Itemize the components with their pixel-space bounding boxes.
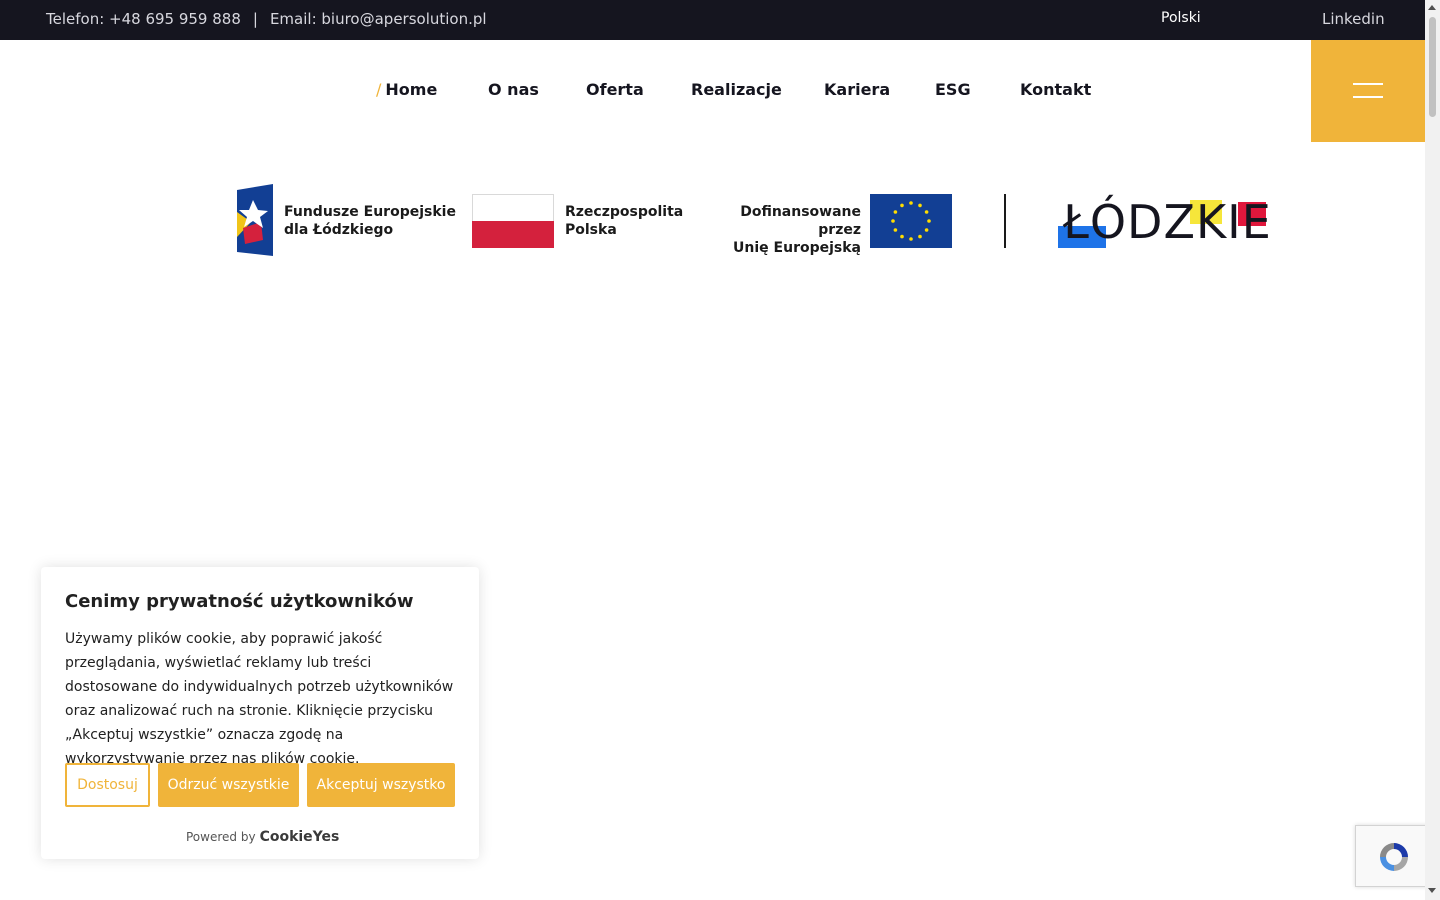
fe-line-2: dla Łódzkiego [284, 222, 394, 238]
powered-by-label: Powered by [186, 830, 256, 844]
ue-line-2: Unię Europejską [733, 240, 861, 256]
cookie-title: Cenimy prywatność użytkowników [65, 591, 414, 612]
nav-home-label: Home [385, 80, 438, 99]
rp-line-2: Polska [565, 222, 617, 238]
menu-button[interactable] [1311, 40, 1425, 142]
reject-all-button[interactable]: Odrzuć wszystkie [158, 763, 299, 807]
fe-line-1: Fundusze Europejskie [284, 204, 456, 220]
eu-flag-icon [870, 194, 952, 248]
poland-flag-icon [472, 194, 554, 248]
cookieyes-logo[interactable]: CookieYes [260, 829, 340, 845]
language-selector[interactable]: Polski [1161, 10, 1201, 26]
customize-button[interactable]: Dostosuj [65, 763, 150, 807]
contact-info: Telefon: +48 695 959 888 | Email: biuro@ap… [46, 10, 487, 28]
contact-separator: | [252, 10, 258, 28]
cookie-description: Używamy plików cookie, aby poprawić jako… [65, 631, 454, 767]
ue-logo-text: Dofinansowane przez Unię Europejską [693, 203, 861, 257]
main-navigation: / Home O nas Oferta Realizacje Kariera ES… [0, 40, 1425, 142]
rp-line-1: Rzeczpospolita [565, 204, 684, 220]
top-bar: Telefon: +48 695 959 888 | Email: biuro@ap… [0, 0, 1425, 40]
nav-home[interactable]: / Home [376, 80, 437, 99]
lodzkie-logo: ŁÓDZKIE [1063, 195, 1272, 249]
linkedin-link[interactable]: Linkedin [1322, 10, 1385, 28]
logo-divider [1004, 194, 1006, 248]
nav-o-nas[interactable]: O nas [488, 80, 539, 99]
accept-all-button[interactable]: Akceptuj wszystko [307, 763, 455, 807]
nav-esg[interactable]: ESG [935, 80, 971, 99]
page-scrollbar[interactable] [1425, 0, 1440, 900]
fe-logo-icon [237, 184, 273, 256]
powered-by: Powered by CookieYes [186, 829, 339, 845]
fe-logo-text: Fundusze Europejskie dla Łódzkiego [284, 203, 456, 239]
nav-oferta[interactable]: Oferta [586, 80, 644, 99]
scroll-down-icon[interactable] [1428, 888, 1436, 893]
funding-logos-strip: Fundusze Europejskie dla Łódzkiego Rzecz… [233, 182, 1271, 258]
active-marker: / [376, 80, 382, 99]
nav-kontakt[interactable]: Kontakt [1020, 80, 1091, 99]
scroll-thumb[interactable] [1429, 17, 1436, 117]
ue-line-1: Dofinansowane przez [740, 204, 861, 238]
nav-realizacje[interactable]: Realizacje [691, 80, 782, 99]
nav-kariera[interactable]: Kariera [824, 80, 890, 99]
email-link[interactable]: Email: biuro@apersolution.pl [270, 10, 487, 28]
scroll-up-icon[interactable] [1428, 5, 1436, 10]
recaptcha-badge[interactable] [1355, 825, 1431, 887]
phone-link[interactable]: Telefon: +48 695 959 888 [46, 10, 241, 28]
cookie-consent-banner: Cenimy prywatność użytkowników Używamy p… [41, 567, 479, 859]
recaptcha-icon [1380, 843, 1408, 871]
rp-logo-text: Rzeczpospolita Polska [565, 203, 683, 239]
